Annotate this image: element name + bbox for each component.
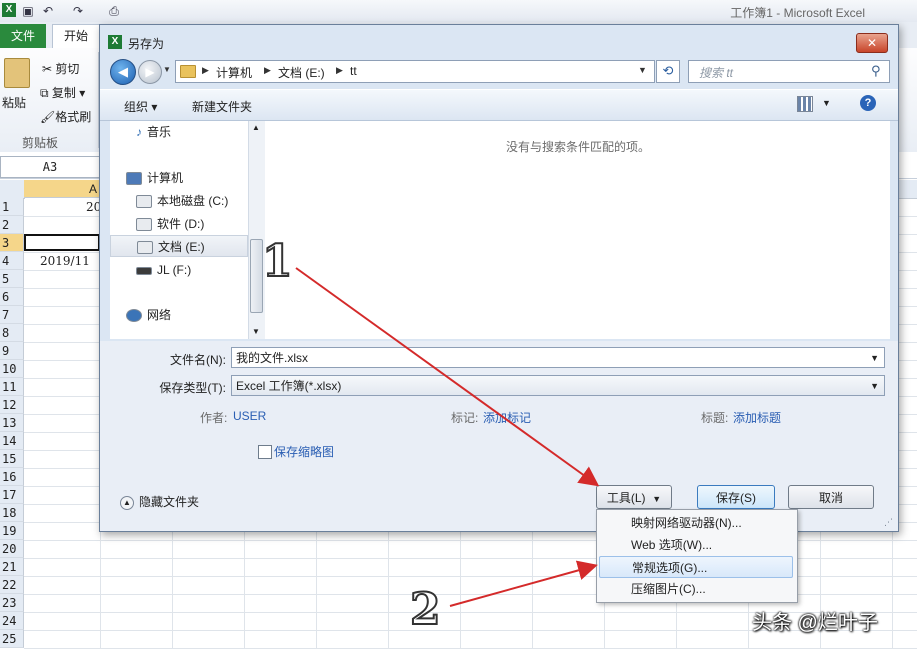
annotation-arrow-2 — [449, 560, 598, 607]
annotation-step-2: 2 — [409, 583, 442, 636]
annotation-arrows — [295, 267, 600, 607]
watermark: 头条 @烂叶子 — [752, 612, 878, 634]
annotation-arrow-1 — [295, 267, 600, 487]
annotation-step-1: 1 — [261, 235, 294, 288]
